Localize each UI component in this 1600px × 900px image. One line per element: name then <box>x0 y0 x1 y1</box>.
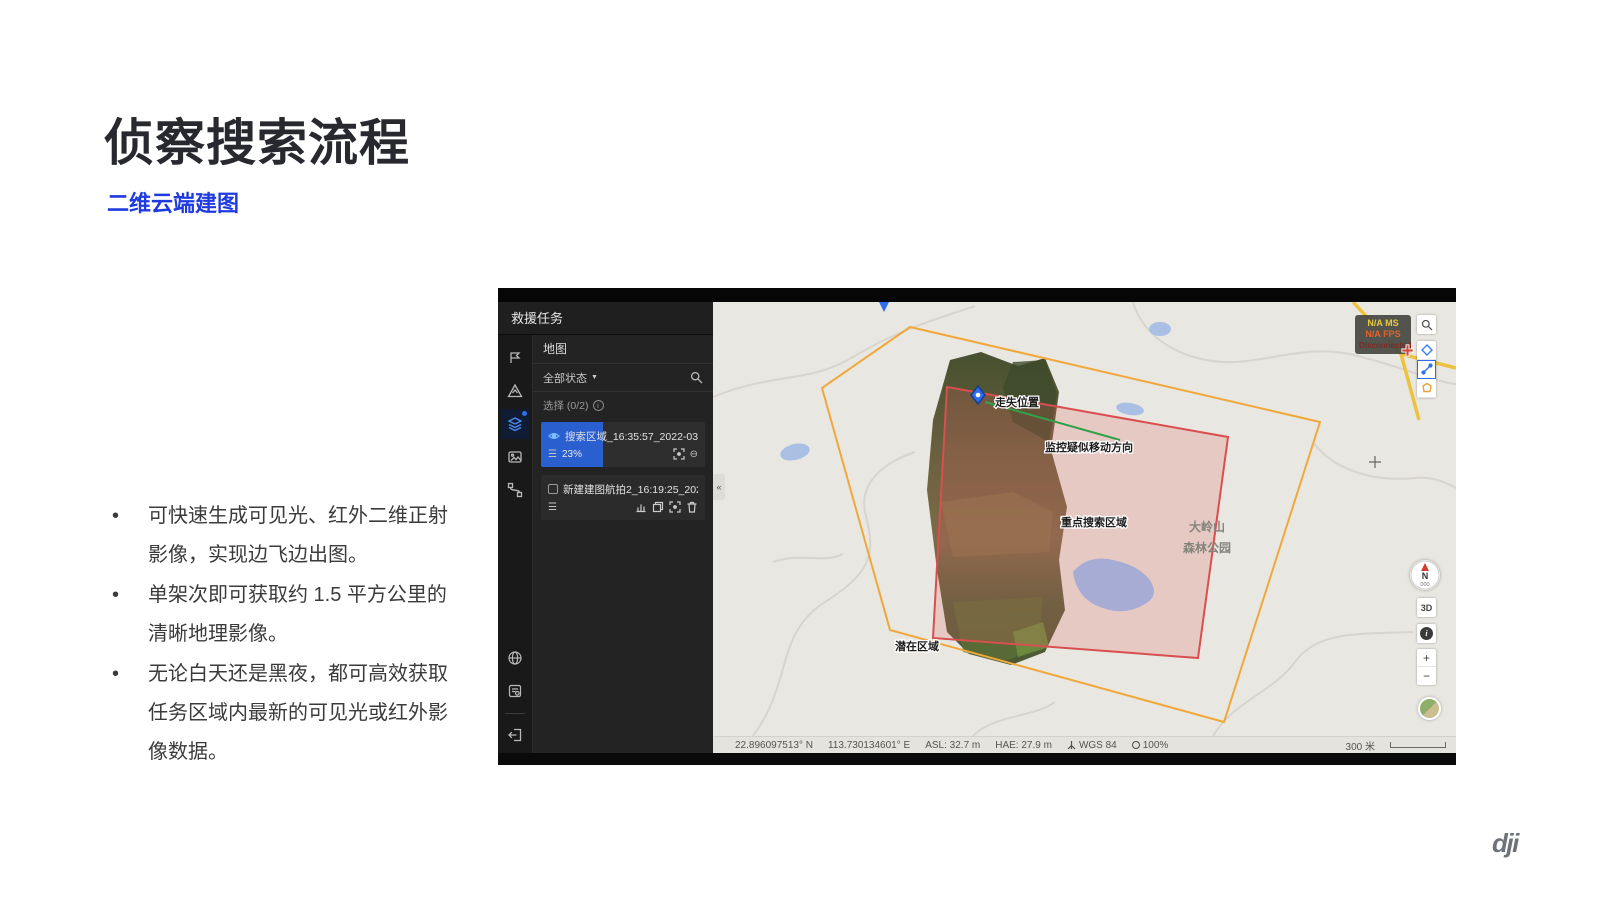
progress-value: 23% <box>562 449 582 460</box>
latitude-value: 22.896097513° N <box>735 740 813 751</box>
sidebar-rail <box>498 335 532 753</box>
label-lost-position: 走失位置 <box>994 395 1039 409</box>
crosshair-icon <box>1369 456 1381 468</box>
focus-target-icon[interactable] <box>673 448 685 460</box>
status-filter[interactable]: 全部状态 ▼ <box>533 364 713 392</box>
red-cross-marker <box>1401 344 1414 362</box>
focus-target-icon[interactable] <box>669 501 681 513</box>
media-icon[interactable] <box>501 442 529 472</box>
info-icon: i <box>1420 627 1433 640</box>
list-item: • 无论白天还是黑夜，都可高效获取任务区域内最新的可见光或红外影像数据。 <box>112 655 468 772</box>
chevron-down-icon: ▼ <box>591 374 598 381</box>
map-poi-triangle <box>879 302 889 312</box>
copy-icon[interactable] <box>652 501 664 513</box>
exit-icon[interactable] <box>501 720 529 750</box>
datum-value: WGS 84 <box>1067 740 1117 751</box>
route-icon[interactable] <box>501 475 529 505</box>
polygon-tool-button[interactable] <box>1417 379 1436 398</box>
page-title: 侦察搜索流程 <box>104 103 410 175</box>
chart-icon[interactable] <box>635 501 647 513</box>
map-status-bar: 22.896097513° N 113.730134601° E ASL: 32… <box>713 736 1456 753</box>
hae-value: HAE: 27.9 m <box>995 740 1052 751</box>
circle-icon <box>1132 741 1140 749</box>
notification-dot <box>522 411 527 416</box>
svg-text:dji: dji <box>1492 828 1520 858</box>
visibility-eye-icon[interactable] <box>548 430 560 442</box>
selection-info: 选择 (0/2) i <box>533 392 713 418</box>
datum-icon <box>1067 740 1076 750</box>
flighthub-app-window: 救援任务 <box>498 288 1456 765</box>
globe-icon[interactable] <box>501 643 529 673</box>
app-bottom-bar <box>498 753 1456 765</box>
asl-value: ASL: 32.7 m <box>925 740 980 751</box>
map-info-button[interactable]: i <box>1417 624 1436 643</box>
status-filter-label: 全部状态 <box>543 370 587 386</box>
mission-panel: 地图 全部状态 ▼ 选择 (0/2) i 搜索区域_16:35:57_2022-… <box>532 335 713 753</box>
longitude-value: 113.730134601° E <box>828 740 910 751</box>
info-icon[interactable]: i <box>593 400 604 411</box>
mission-header: 救援任务 <box>498 302 713 335</box>
mission-item-mapping-flight[interactable]: 新建建图航拍2_16:19:25_2022-0... ☰ <box>541 475 705 520</box>
marker-tool-button[interactable] <box>1417 341 1436 360</box>
search-icon[interactable] <box>690 371 703 384</box>
bullet-text: 无论白天还是黑夜，都可高效获取任务区域内最新的可见光或红外影像数据。 <box>148 655 460 772</box>
fps-value: N/A FPS <box>1359 329 1407 340</box>
page-subtitle: 二维云端建图 <box>107 186 239 218</box>
map-search-button[interactable] <box>1417 315 1436 334</box>
label-potential-area: 潜在区域 <box>895 639 939 653</box>
mission-item-search-area[interactable]: 搜索区域_16:35:57_2022-03-08+... ☰ 23% ⊖ <box>541 422 705 467</box>
bullet-text: 可快速生成可见光、红外二维正射影像，实现边飞边出图。 <box>148 497 460 575</box>
label-park-name: 大岭山 <box>1189 519 1225 534</box>
map-area[interactable]: 走失位置 监控疑似移动方向 重点搜索区域 潜在区域 大岭山 森林公园 N/A M… <box>713 302 1456 753</box>
terrain-icon[interactable] <box>501 376 529 406</box>
svg-text:N: N <box>1422 571 1429 581</box>
zoom-out-button[interactable]: − <box>1417 667 1436 685</box>
tab-map[interactable]: 地图 <box>533 335 713 364</box>
label-key-search-area: 重点搜索区域 <box>1061 515 1127 529</box>
app-top-bar <box>498 288 1456 302</box>
trash-icon[interactable] <box>686 501 698 513</box>
map-canvas[interactable]: 走失位置 监控疑似移动方向 重点搜索区域 潜在区域 大岭山 森林公园 <box>713 302 1456 753</box>
map-style-toggle[interactable] <box>1418 697 1441 720</box>
list-item: • 单架次即可获取约 1.5 平方公里的清晰地理影像。 <box>112 576 468 654</box>
scale-bar <box>1390 742 1446 748</box>
selection-label: 选择 (0/2) <box>543 398 589 413</box>
menu-icon[interactable]: ☰ <box>548 449 557 460</box>
bullet-list: • 可快速生成可见光、红外二维正射影像，实现边飞边出图。 • 单架次即可获取约 … <box>112 497 468 773</box>
layers-icon[interactable] <box>501 409 529 439</box>
rail-divider <box>505 713 525 714</box>
task-log-icon[interactable] <box>501 676 529 706</box>
map-zoom-percent: 100% <box>1132 740 1169 751</box>
checkbox[interactable] <box>548 484 558 494</box>
compass[interactable]: N 000 <box>1410 560 1440 590</box>
bullet-glyph: • <box>112 576 148 654</box>
svg-text:000: 000 <box>1420 582 1429 588</box>
menu-icon[interactable]: ☰ <box>548 502 557 513</box>
zoom-in-button[interactable]: + <box>1417 649 1436 667</box>
remove-circle-icon[interactable]: ⊖ <box>690 449 698 460</box>
mission-item-title: 新建建图航拍2_16:19:25_2022-0... <box>563 482 698 497</box>
label-park-name: 森林公园 <box>1183 540 1231 555</box>
list-item: • 可快速生成可见光、红外二维正射影像，实现边飞边出图。 <box>112 497 468 575</box>
bullet-glyph: • <box>112 497 148 575</box>
connection-status: Disconnected <box>1359 340 1407 351</box>
bullet-glyph: • <box>112 655 148 772</box>
label-move-direction: 监控疑似移动方向 <box>1045 440 1133 454</box>
zoom-control: + − <box>1417 649 1436 685</box>
scale-label: 300 米 <box>1346 738 1375 753</box>
mission-item-title: 搜索区域_16:35:57_2022-03-08+... <box>565 429 698 444</box>
ms-value: N/A MS <box>1359 318 1407 329</box>
view-3d-button[interactable]: 3D <box>1417 598 1436 617</box>
line-draw-tool-button[interactable] <box>1417 360 1436 379</box>
fleet-icon[interactable] <box>501 343 529 373</box>
bullet-text: 单架次即可获取约 1.5 平方公里的清晰地理影像。 <box>148 576 460 654</box>
panel-collapse-handle[interactable]: « <box>713 474 725 500</box>
draw-tool-group <box>1417 341 1436 398</box>
dji-logo: dji <box>1488 826 1538 865</box>
